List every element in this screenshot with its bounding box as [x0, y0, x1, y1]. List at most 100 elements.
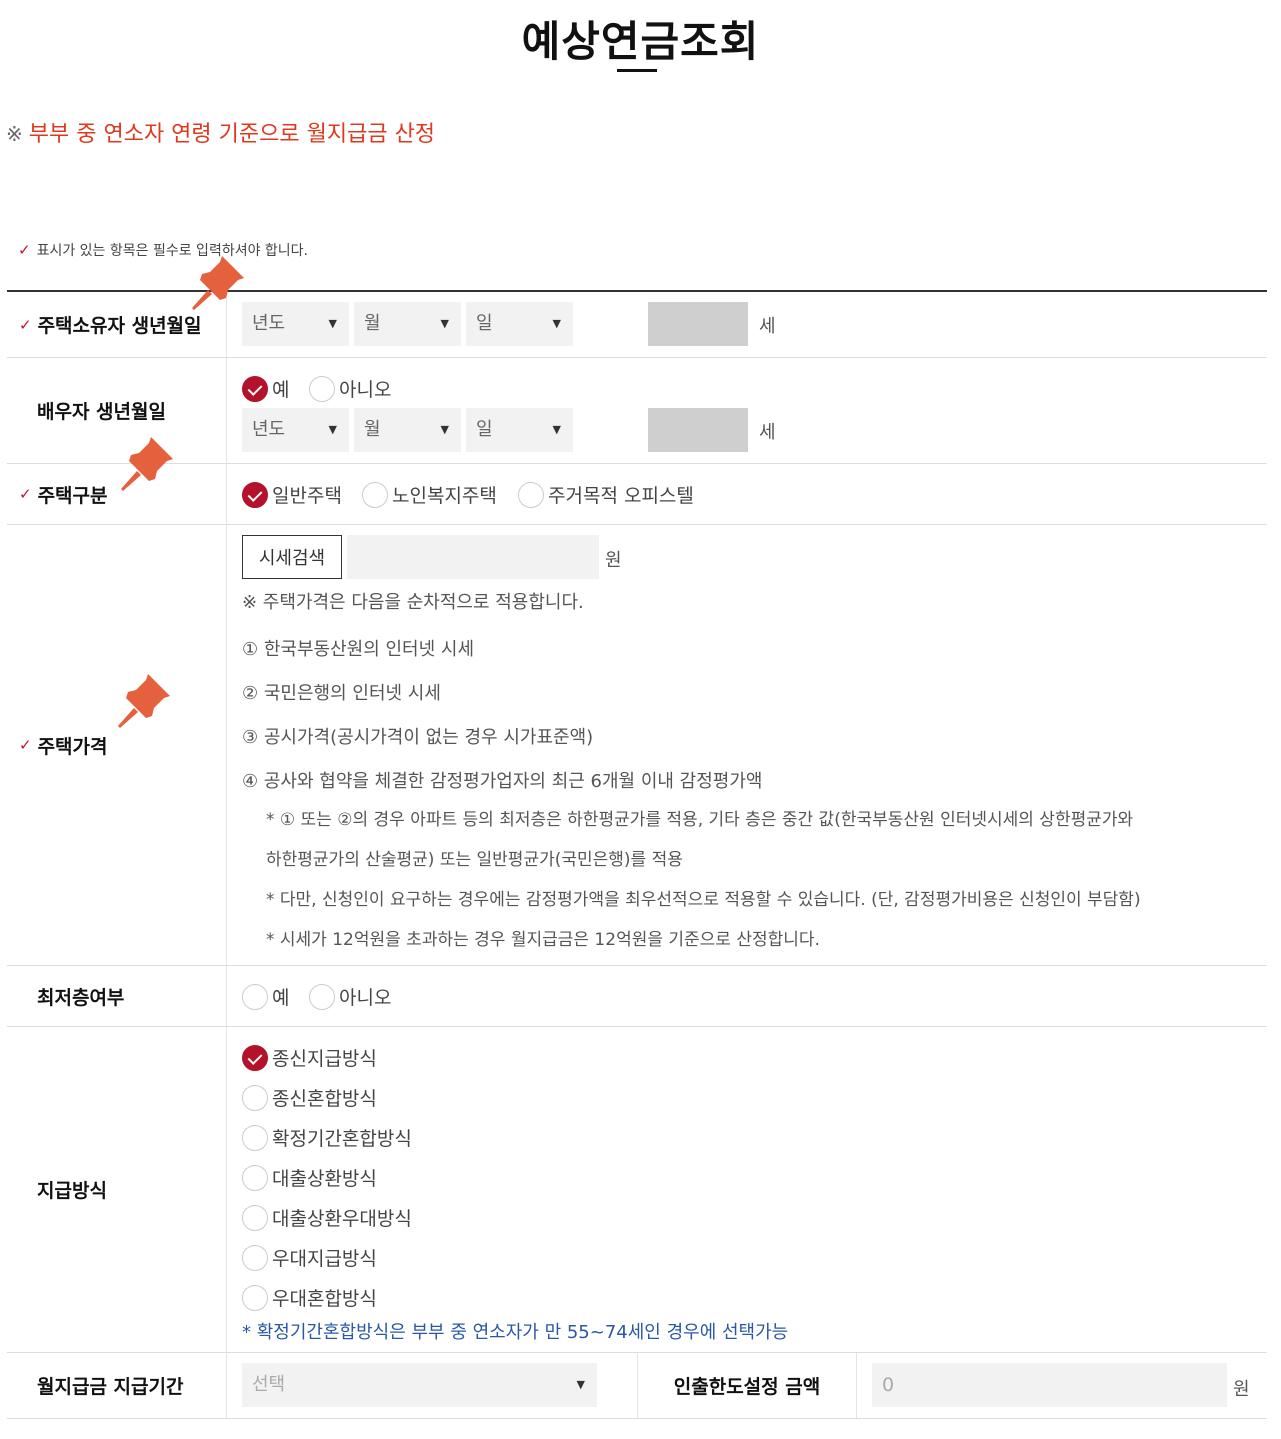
house-type-general-radio[interactable]: 일반주택 [242, 481, 342, 508]
price-subnote-3: * 다만, 신청인이 요구하는 경우에는 감정평가액을 최우선적으로 적용할 수… [266, 890, 1141, 910]
price-search-button[interactable]: 시세검색 [242, 535, 342, 579]
row-house-type: ✓ 주택구분 일반주택 노인복지주택 주거목적 오피스텔 [7, 464, 1267, 525]
spouse-age-unit: 세 [759, 422, 776, 443]
spouse-month-text: 월 [364, 419, 381, 440]
radio-checked-icon [242, 375, 268, 402]
payment-option-radio-3[interactable]: 확정기간혼합방식 [242, 1124, 412, 1151]
radio-empty-icon [309, 375, 335, 402]
payment-option-label: 확정기간혼합방식 [272, 1128, 412, 1150]
dropdown-arrow-icon: ▼ [440, 317, 449, 330]
row-lowest-floor: 최저층여부 예 아니오 [7, 966, 1267, 1027]
radio-empty-icon [362, 481, 388, 508]
price-unit: 원 [605, 550, 622, 571]
owner-day-select[interactable]: 일 ▼ [466, 302, 573, 346]
payment-option-label: 종신지급방식 [272, 1048, 377, 1070]
limit-amount-input[interactable]: 0 [872, 1363, 1227, 1407]
row-spouse-birth: 배우자 생년월일 예 아니오 년도 ▼ 월 ▼ 일 ▼ 세 [7, 358, 1267, 464]
house-type-general-label: 일반주택 [272, 485, 342, 507]
payment-option-label: 종신혼합방식 [272, 1088, 377, 1110]
house-type-label-text: 주택구분 [37, 484, 108, 507]
spouse-year-text: 년도 [252, 419, 286, 440]
radio-empty-icon [242, 1084, 268, 1111]
payment-option-label: 대출상환우대방식 [272, 1208, 412, 1230]
spouse-day-select[interactable]: 일 ▼ [466, 408, 573, 452]
check-icon: ✓ [19, 315, 32, 334]
spouse-no-radio[interactable]: 아니오 [309, 375, 391, 402]
house-type-officetel-radio[interactable]: 주거목적 오피스텔 [518, 481, 694, 508]
pushpin-icon [118, 674, 170, 728]
payment-option-label: 우대혼합방식 [272, 1288, 377, 1310]
radio-empty-icon [242, 1244, 268, 1271]
spouse-month-select[interactable]: 월 ▼ [354, 408, 461, 452]
spouse-age-box [648, 408, 748, 452]
radio-checked-icon [242, 481, 268, 508]
radio-empty-icon [518, 481, 544, 508]
radio-empty-icon [242, 1204, 268, 1231]
spouse-yes-radio[interactable]: 예 [242, 375, 289, 402]
payment-option-label: 우대지급방식 [272, 1248, 377, 1270]
radio-checked-icon [242, 1044, 268, 1071]
payment-option-radio-2[interactable]: 종신혼합방식 [242, 1084, 377, 1111]
price-subnote-4: * 시세가 12억원을 초과하는 경우 월지급금은 12억원을 기준으로 산정합… [266, 930, 820, 950]
radio-empty-icon [242, 1284, 268, 1311]
owner-year-text: 년도 [252, 313, 286, 334]
check-icon: ✓ [19, 485, 32, 503]
spouse-yes-label: 예 [272, 379, 290, 401]
page-title: 예상연금조회 [521, 17, 760, 66]
lowest-floor-yes-label: 예 [272, 987, 290, 1009]
owner-year-select[interactable]: 년도 ▼ [242, 302, 349, 346]
house-price-label: ✓ 주택가격 [7, 525, 227, 965]
payment-period-select[interactable]: 선택 ▼ [242, 1363, 597, 1407]
notice: ※ 부부 중 연소자 연령 기준으로 월지급금 산정 [6, 116, 435, 148]
price-item-2: ② 국민은행의 인터넷 시세 [242, 683, 441, 704]
dropdown-arrow-icon: ▼ [328, 317, 337, 330]
house-type-senior-label: 노인복지주택 [392, 485, 497, 507]
dropdown-arrow-icon: ▼ [552, 423, 561, 436]
payment-period-select-text: 선택 [252, 1374, 286, 1395]
dropdown-arrow-icon: ▼ [552, 317, 561, 330]
dropdown-arrow-icon: ▼ [440, 423, 449, 436]
owner-month-text: 월 [364, 313, 381, 334]
spouse-day-text: 일 [476, 419, 493, 440]
radio-empty-icon [242, 983, 268, 1010]
required-note-text: 표시가 있는 항목은 필수로 입력하셔야 합니다. [36, 243, 308, 259]
owner-day-text: 일 [476, 313, 493, 334]
row-payment-method: 지급방식 종신지급방식 종신혼합방식 확정기간혼합방식 대출상환방식 대출상환우… [7, 1027, 1267, 1353]
lowest-floor-no-radio[interactable]: 아니오 [309, 983, 391, 1010]
payment-option-radio-5[interactable]: 대출상환우대방식 [242, 1204, 412, 1231]
payment-option-radio-4[interactable]: 대출상환방식 [242, 1164, 377, 1191]
notice-mark: ※ [6, 122, 23, 146]
spouse-year-select[interactable]: 년도 ▼ [242, 408, 349, 452]
house-price-label-text: 주택가격 [37, 735, 108, 758]
limit-amount-unit: 원 [1233, 1379, 1250, 1400]
payment-option-radio-7[interactable]: 우대혼합방식 [242, 1284, 377, 1311]
price-item-4: ④ 공사와 협약을 체결한 감정평가업자의 최근 6개월 이내 감정평가액 [242, 771, 763, 792]
lowest-floor-yes-radio[interactable]: 예 [242, 983, 289, 1010]
payment-option-radio-6[interactable]: 우대지급방식 [242, 1244, 377, 1271]
dropdown-arrow-icon: ▼ [328, 423, 337, 436]
required-note: ✓ 표시가 있는 항목은 필수로 입력하셔야 합니다. [18, 240, 308, 260]
house-type-officetel-label: 주거목적 오피스텔 [548, 485, 694, 507]
radio-empty-icon [242, 1164, 268, 1191]
pushpin-icon [121, 437, 173, 491]
limit-amount-label: 인출한도설정 금액 [637, 1353, 857, 1418]
notice-text: 부부 중 연소자 연령 기준으로 월지급금 산정 [28, 122, 436, 147]
payment-option-radio-1[interactable]: 종신지급방식 [242, 1044, 377, 1071]
dropdown-arrow-icon: ▼ [576, 1378, 585, 1391]
house-type-senior-radio[interactable]: 노인복지주택 [362, 481, 497, 508]
title-underline [617, 69, 657, 72]
price-item-1: ① 한국부동산원의 인터넷 시세 [242, 639, 475, 660]
lowest-floor-no-label: 아니오 [339, 987, 392, 1009]
owner-birth-label-text: 주택소유자 생년월일 [37, 315, 202, 337]
owner-month-select[interactable]: 월 ▼ [354, 302, 461, 346]
price-subnote-2: 하한평균가의 산술평균) 또는 일반평균가(국민은행)를 적용 [266, 850, 683, 870]
payment-period-label: 월지급금 지급기간 [7, 1353, 227, 1418]
radio-empty-icon [309, 983, 335, 1010]
price-input[interactable] [347, 535, 599, 579]
row-payment-period: 월지급금 지급기간 선택 ▼ 인출한도설정 금액 0 원 [7, 1353, 1267, 1419]
payment-method-note: * 확정기간혼합방식은 부부 중 연소자가 만 55~74세인 경우에 선택가능 [242, 1322, 789, 1343]
price-item-3: ③ 공시가격(공시가격이 없는 경우 시가표준액) [242, 727, 594, 748]
check-icon: ✓ [19, 736, 32, 754]
owner-age-box [648, 302, 748, 346]
price-note-header: ※ 주택가격은 다음을 순차적으로 적용합니다. [242, 592, 584, 613]
